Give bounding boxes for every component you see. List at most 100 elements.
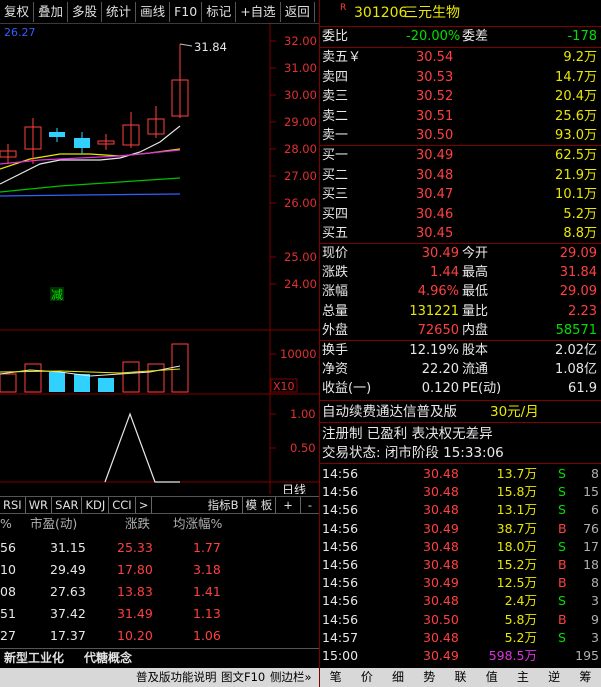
table-row[interactable]: 51 37.42 31.49 1.13 (0, 604, 320, 624)
quote-stat-row: 收益(一) 0.120 PE(动) 61.9 (322, 381, 597, 397)
price-tick: 31.00 (284, 61, 317, 75)
ma-line-green (0, 177, 181, 193)
tab-trend[interactable]: 势 (423, 668, 435, 687)
registration-badge: R (340, 3, 347, 13)
bid-level[interactable]: 买四 30.46 5.2万 (320, 206, 601, 224)
ask-level[interactable]: 卖三 30.52 20.4万 (320, 88, 601, 106)
indicator-line (104, 412, 180, 483)
quote-stat-row: 换手 12.19% 股本 2.02亿 (322, 343, 597, 358)
tab-detail[interactable]: 细 (392, 668, 404, 687)
ma-line-white (0, 125, 181, 185)
toolbar-restore-button[interactable]: 复权 (0, 1, 35, 22)
indicator-tabs: RSI WR SAR KDJ CCI > 指标B 模 板 + - (0, 496, 320, 514)
tick-row: 14:56 30.50 5.8万 B 9 (322, 611, 599, 627)
table-row[interactable]: 27 17.37 10.20 1.06 (0, 626, 320, 646)
table-row[interactable]: 08 27.63 13.83 1.41 (0, 582, 320, 602)
tick-row: 14:56 30.48 13.1万 S 6 (322, 502, 599, 518)
toolbar-back-button[interactable]: 返回 (281, 1, 315, 22)
remove-indicator-button[interactable]: - (301, 497, 320, 513)
tab-link[interactable]: 联 (454, 668, 466, 687)
tick-row: 14:56 30.48 18.0万 S 17 (322, 538, 599, 554)
toolbar-add-watch-button[interactable]: +自选 (236, 1, 281, 22)
volume-tick: 10000 (280, 347, 317, 361)
toolbar-stats-button[interactable]: 统计 (102, 1, 137, 22)
indicator-b-button[interactable]: 指标B (205, 497, 243, 513)
tick-row: 14:56 30.49 12.5万 B 8 (322, 575, 599, 591)
tab-reverse[interactable]: 逆 (548, 668, 560, 687)
quote-stat-row: 现价 30.49 今开 29.09 (322, 246, 597, 261)
period-label: 日线 (282, 483, 306, 494)
tab-main[interactable]: 主 (517, 668, 529, 687)
stock-code: 301206 (354, 5, 408, 21)
ask-level[interactable]: 卖五￥ 30.54 9.2万 (320, 49, 601, 67)
tab-sar[interactable]: SAR (52, 497, 83, 513)
tab-price[interactable]: 价 (361, 668, 373, 687)
ma-line-magenta (0, 149, 181, 165)
volume-bars (0, 343, 189, 393)
tab-chips[interactable]: 筹 (579, 668, 591, 687)
quote-stat-row: 外盘 72650 内盘 58571 (322, 322, 597, 338)
tick-row: 14:56 30.48 13.7万 S 8 (322, 466, 599, 481)
table-row[interactable]: 10 29.49 17.80 3.18 (0, 560, 320, 580)
ma-line-yellow (0, 148, 181, 170)
stock-name: 三元生物 (404, 5, 460, 21)
tab-more[interactable]: > (136, 497, 153, 513)
price-tick: 24.00 (284, 277, 317, 291)
quote-stat-row: 净资 22.20 流通 1.08亿 (322, 362, 597, 378)
ask-level[interactable]: 卖一 30.50 93.0万 (320, 127, 601, 145)
ma-line-blue (0, 193, 181, 197)
tab-sugar-concept[interactable]: 代糖概念 (84, 649, 132, 667)
tick-row: 14:56 30.49 38.7万 B 76 (322, 520, 599, 536)
quote-stat-row: 涨幅 4.96% 最低 29.09 (322, 284, 597, 300)
tick-row: 14:56 30.48 2.4万 S 3 (322, 593, 599, 609)
tab-value[interactable]: 值 (486, 668, 498, 687)
toolbar-multi-button[interactable]: 多股 (68, 1, 103, 22)
chart-toolbar: 复权 叠加 多股 统计 画线 F10 标记 +自选 返回 (0, 0, 320, 24)
ask-level[interactable]: 卖四 30.53 14.7万 (320, 69, 601, 87)
trade-status-row: 交易状态: 闭市阶段 15:33:06 (322, 445, 504, 461)
kline-chart[interactable]: 32.00 31.00 30.00 29.00 28.00 27.00 26.0… (0, 24, 320, 494)
bid-level[interactable]: 买三 30.47 10.1万 (320, 186, 601, 204)
toolbar-mark-button[interactable]: 标记 (202, 1, 237, 22)
tick-row: 14:56 30.48 15.2万 B 18 (322, 557, 599, 572)
price-tick: 28.00 (284, 142, 317, 156)
table-row[interactable]: 56 31.15 25.33 1.77 (0, 538, 320, 558)
template-button[interactable]: 模 板 (243, 497, 277, 513)
sector-table: % 市盈(动) 涨跌 均涨幅% 56 31.15 25.33 1.77 10 2… (0, 514, 320, 646)
promo-row[interactable]: 自动续费通达信普及版 30元/月 (320, 402, 601, 422)
tab-new-industry[interactable]: 新型工业化 (4, 649, 64, 667)
registration-row: 注册制 已盈利 表决权无差异 (322, 426, 493, 442)
sidebar-link[interactable]: 侧边栏» (270, 668, 312, 687)
stock-header: R 301206 三元生物 (320, 0, 601, 26)
tick-row: 14:56 30.48 15.8万 S 15 (322, 484, 599, 500)
indicator-tick: 0.50 (290, 441, 316, 455)
toolbar-overlay-button[interactable]: 叠加 (34, 1, 69, 22)
toolbar-draw-button[interactable]: 画线 (136, 1, 171, 22)
bid-level[interactable]: 买一 30.49 62.5万 (320, 147, 601, 165)
bid-level[interactable]: 买五 30.45 8.8万 (320, 225, 601, 243)
volume-unit: X10 (273, 380, 295, 393)
bid-level[interactable]: 买二 30.48 21.9万 (320, 167, 601, 185)
tick-row: 15:00 30.49 598.5万 195 (322, 648, 599, 663)
indicator-tick: 1.00 (290, 407, 316, 421)
toolbar-f10-button[interactable]: F10 (170, 1, 203, 22)
tab-cci[interactable]: CCI (109, 497, 136, 513)
tab-rsi[interactable]: RSI (0, 497, 26, 513)
wei-bi-row: 委比 -20.00% 委差 -178 (322, 29, 597, 44)
quote-stat-row: 涨跌 1.44 最高 31.84 (322, 265, 597, 281)
tab-kdj[interactable]: KDJ (82, 497, 110, 513)
table-header: % 市盈(动) 涨跌 均涨幅% (0, 516, 223, 531)
ask-level[interactable]: 卖二 30.51 25.6万 (320, 108, 601, 126)
feature-help-link[interactable]: 普及版功能说明 (136, 668, 217, 687)
reduce-tag: 减 (51, 288, 63, 302)
high-label: 31.84 (194, 40, 227, 54)
tab-wr[interactable]: WR (26, 497, 53, 513)
tab-trades[interactable]: 笔 (330, 668, 342, 687)
price-tick: 27.00 (284, 169, 317, 183)
f10-link[interactable]: 图文F10 (221, 668, 265, 687)
add-indicator-button[interactable]: + (276, 497, 301, 513)
price-tick: 32.00 (284, 34, 317, 48)
price-tick: 29.00 (284, 115, 317, 129)
right-tabs: 笔 价 细 势 联 值 主 逆 筹 (320, 668, 601, 687)
price-tick: 25.00 (284, 250, 317, 264)
